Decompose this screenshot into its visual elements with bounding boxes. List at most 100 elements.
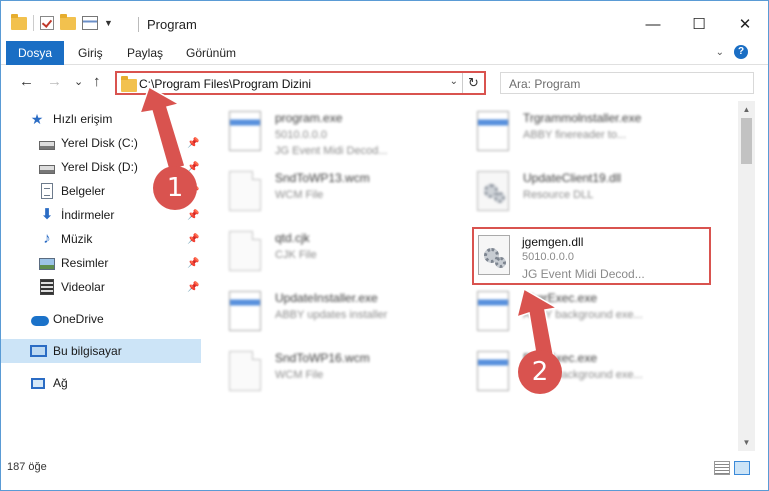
tab-share[interactable]: Paylaş [119,41,171,65]
chevron-down-icon[interactable]: ▼ [104,18,113,28]
drive-icon [39,164,55,174]
scroll-up-icon[interactable]: ▲ [738,101,755,118]
file-type: Resource DLL [523,189,594,201]
file-item[interactable]: qtd.cjk CJK File [201,225,441,283]
file-version: 5010.0.0.0 [275,129,327,141]
file-description: ABBY finereader to... [523,129,627,141]
chevron-down-icon[interactable]: ⌄ [716,47,724,58]
sidebar-item-label: Müzik [61,232,93,246]
generic-file-icon [229,171,261,211]
sidebar-item-music[interactable]: ♪ Müzik 📌 [1,227,201,251]
pin-icon: 📌 [187,257,200,269]
help-icon[interactable]: ? [734,45,748,59]
folder-icon [121,76,137,92]
application-file-icon [477,111,509,151]
ribbon-tabs: Dosya Giriş Paylaş Görünüm ⌄ ? [1,41,768,99]
sidebar-item-network[interactable]: Ağ [1,371,201,395]
documents-icon [41,183,53,199]
music-icon: ♪ [43,230,51,247]
pictures-icon [39,258,55,270]
file-type: WCM File [275,369,324,381]
customize-icon[interactable] [82,16,98,30]
sidebar-item-label: Belgeler [61,184,106,198]
item-count: 187 öğe [7,461,47,473]
sidebar-item-label: Yerel Disk (C:) [61,136,138,150]
tab-view[interactable]: Görünüm [178,41,244,65]
sidebar-item-label: Hızlı erişim [53,112,113,126]
search-input[interactable]: Ara: Program [500,72,754,94]
search-placeholder: Ara: Program [509,77,581,91]
videos-icon [40,279,54,295]
refresh-button[interactable]: ↻ [462,73,484,93]
title-divider [138,17,139,32]
highlight-box-jgemgen [472,227,711,285]
chevron-down-icon[interactable]: ⌄ [450,76,458,87]
sidebar-item-disk-c[interactable]: Yerel Disk (C:) 📌 [1,131,201,155]
file-name: SndToWP13.wcm [275,171,370,185]
sidebar-item-quick-access[interactable]: ★ Hızlı erişim [1,107,201,131]
close-button[interactable]: ✕ [722,9,768,39]
star-icon: ★ [30,111,44,127]
onedrive-icon [31,316,49,326]
file-item[interactable]: UpdateInstaller.exe ABBY updates install… [201,285,441,343]
window-title: Program [147,17,197,32]
file-name: program.exe [275,111,343,125]
generic-file-icon [229,351,261,391]
scrollbar-thumb[interactable] [741,118,752,164]
file-item[interactable]: program.exe 5010.0.0.0 JG Event Midi Dec… [201,105,441,163]
this-pc-icon [30,345,47,357]
scroll-down-icon[interactable]: ▼ [738,434,755,451]
maximize-button[interactable]: ☐ [676,9,722,39]
forward-button[interactable]: → [47,73,62,90]
ribbon-right-controls: ⌄ ? [716,45,748,59]
sidebar-item-onedrive[interactable]: OneDrive [1,307,201,331]
pin-icon: 📌 [187,233,200,245]
address-path[interactable]: C:\Program Files\Program Dizini [139,77,311,91]
properties-check-icon[interactable] [40,16,54,30]
file-item[interactable]: SndToWP16.wcm WCM File [201,345,441,403]
tab-home[interactable]: Giriş [70,41,111,65]
address-bar[interactable]: C:\Program Files\Program Dizini ⌄ ↻ [115,71,486,95]
file-type: WCM File [275,189,324,201]
downloads-icon: ⬇ [40,206,54,223]
file-explorer-window: ▼ Program — ☐ ✕ Dosya Giriş Paylaş Görün… [0,0,769,491]
file-item[interactable]: SndToWP13.wcm WCM File [201,165,441,223]
file-name: SndToWP16.wcm [275,351,370,365]
quick-access-toolbar: ▼ [11,13,113,31]
sidebar-item-videos[interactable]: Videolar 📌 [1,275,201,299]
sidebar-item-label: Yerel Disk (D:) [61,160,138,174]
file-name: UpdateClient19.dll [523,171,622,185]
sidebar-item-label: İndirmeler [61,208,115,222]
file-description: JG Event Midi Decod... [275,145,388,157]
file-item[interactable]: BkgrExec.exe ABBY background exe... [449,345,689,403]
annotation-marker-1: 1 [153,166,197,210]
sidebar-item-label: Videolar [61,280,105,294]
file-type: CJK File [275,249,317,261]
sidebar-item-this-pc[interactable]: Bu bilgisayar [1,339,201,363]
file-name: UpdateInstaller.exe [275,291,378,305]
recent-locations-button[interactable]: ⌄ [74,75,83,88]
dll-file-icon [477,171,509,211]
back-button[interactable]: ← [19,73,34,90]
sidebar-item-label: Ağ [53,376,68,390]
pin-icon: 📌 [187,209,200,221]
sidebar-item-pictures[interactable]: Resimler 📌 [1,251,201,275]
new-folder-icon[interactable] [60,13,76,30]
details-view-icon[interactable] [714,461,730,475]
sidebar-item-label: Bu bilgisayar [53,344,122,358]
file-item[interactable]: Trgrammolnstaller.exe ABBY finereader to… [449,105,689,163]
minimize-button[interactable]: — [630,9,676,39]
window-controls: — ☐ ✕ [630,9,768,39]
sidebar-item-label: Resimler [61,256,109,270]
vertical-scrollbar[interactable]: ▲ ▼ [738,101,755,451]
file-item[interactable]: BkgrExec.exe ABBY background exe... [449,285,689,343]
annotation-marker-2: 2 [518,350,562,394]
application-file-icon [477,351,509,391]
tiles-view-icon[interactable] [734,461,750,475]
up-button[interactable]: ↑ [93,73,101,90]
file-name: qtd.cjk [275,231,310,245]
navigation-bar: ← → ⌄ ↑ C:\Program Files\Program Dizini … [1,65,768,101]
application-file-icon [229,291,261,331]
file-item[interactable]: UpdateClient19.dll Resource DLL [449,165,689,223]
pin-icon: 📌 [187,137,200,149]
